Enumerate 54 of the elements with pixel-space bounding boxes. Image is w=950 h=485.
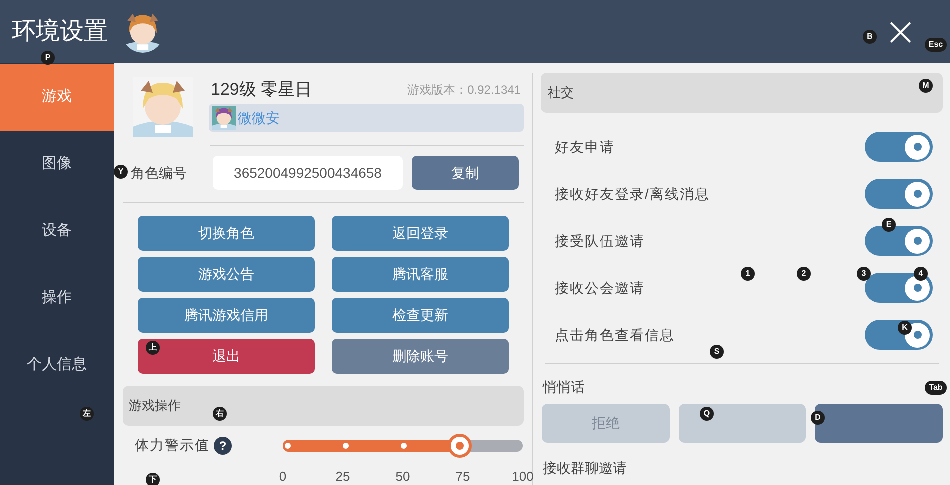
guild-name: 微微安 xyxy=(238,108,280,128)
tick-label: 0 xyxy=(279,468,287,485)
setting-label: 接受队伍邀请 xyxy=(555,232,645,250)
id-field: 3652004992500434658 xyxy=(213,156,403,190)
toggle-switch[interactable] xyxy=(865,320,933,350)
action-button[interactable]: 切换角色 xyxy=(138,216,315,251)
key-hint-badge: 3 xyxy=(857,267,871,281)
option-button[interactable]: 拒绝 xyxy=(542,404,670,443)
action-button[interactable]: 返回登录 xyxy=(332,216,509,251)
player-name: 129级 零星日 xyxy=(211,78,312,100)
section-title: 悄悄话 xyxy=(543,378,585,397)
toggle-switch[interactable] xyxy=(865,226,933,256)
setting-label: 好友申请 xyxy=(555,138,615,156)
sidebar-tab[interactable]: 设备 xyxy=(0,198,114,265)
tick-label: 25 xyxy=(336,468,350,485)
key-hint-badge: E xyxy=(882,218,896,232)
sidebar-tab[interactable]: 图像 xyxy=(0,131,114,198)
setting-label: 接收公会邀请 xyxy=(555,278,645,298)
action-button[interactable]: 腾讯客服 xyxy=(332,257,509,292)
toggle-switch[interactable] xyxy=(865,132,933,162)
key-hint-badge: 下 xyxy=(146,473,160,485)
window-title: 环境设置 xyxy=(12,16,108,46)
setting-label: 体力警示值 xyxy=(135,436,210,455)
tick-label: 50 xyxy=(396,468,410,485)
action-button[interactable]: 游戏公告 xyxy=(138,257,315,292)
slider-thumb[interactable] xyxy=(448,434,472,458)
setting-label: 点击角色查看信息 xyxy=(555,326,675,344)
sidebar-tab[interactable]: 个人信息 xyxy=(0,332,114,399)
section-title: 接收群聊邀请 xyxy=(542,459,628,478)
setting-label: 接收好友登录/离线消息 xyxy=(555,184,710,204)
key-hint-badge: Tab xyxy=(925,381,947,395)
key-hint-badge: 2 xyxy=(797,267,811,281)
key-hint-badge: 1 xyxy=(741,267,755,281)
section-title: 游戏操作 xyxy=(129,397,181,416)
action-button[interactable]: 检查更新 xyxy=(332,298,509,333)
help-icon[interactable]: ? xyxy=(214,436,232,454)
key-hint-badge: Y xyxy=(114,165,128,179)
section-title: 社交 xyxy=(548,84,574,102)
tick-label: 100 xyxy=(512,468,534,485)
sidebar-tab[interactable]: 操作 xyxy=(0,265,114,332)
sidebar-tab[interactable]: 游戏 xyxy=(0,64,114,131)
key-hint-badge: 4 xyxy=(914,267,928,281)
copy-button[interactable]: 复制 xyxy=(412,156,519,190)
action-button[interactable]: 腾讯游戏信用 xyxy=(138,298,315,333)
action-button[interactable]: 删除账号 xyxy=(332,339,509,374)
key-hint-badge: D xyxy=(811,411,825,425)
toggle-switch[interactable] xyxy=(865,179,933,209)
close-button[interactable]: × xyxy=(884,12,912,52)
key-hint-badge: S xyxy=(710,345,724,359)
version-text: 游戏版本：0.92.1341 xyxy=(408,82,521,99)
key-hint-badge: Esc xyxy=(925,38,947,52)
option-button[interactable] xyxy=(678,404,806,443)
tick-label: 75 xyxy=(456,468,470,485)
field-label: 角色编号 xyxy=(131,164,188,182)
